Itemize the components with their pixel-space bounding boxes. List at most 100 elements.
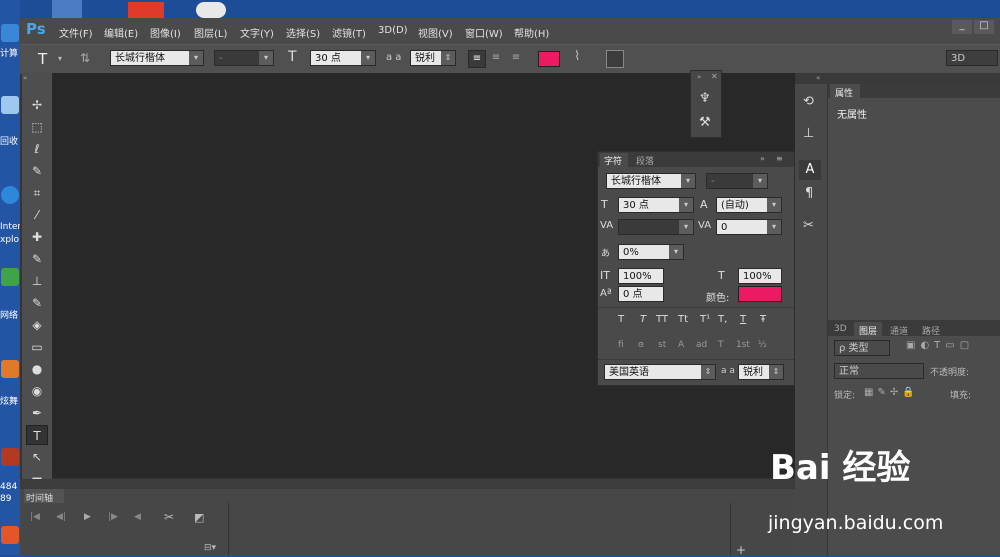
panel-menu-icon[interactable]: ≡ <box>776 154 783 163</box>
old-style-button[interactable]: st <box>658 340 666 350</box>
type-tool-icon[interactable]: T <box>26 425 48 445</box>
char-font-family-select[interactable]: 长城行楷体 ▾ <box>606 173 696 189</box>
minimize-button[interactable]: _ <box>952 20 972 34</box>
char-font-style-select[interactable]: - ▾ <box>706 173 768 189</box>
transition-icon[interactable]: ◩ <box>194 511 204 524</box>
expand-panel-icon[interactable]: » <box>760 154 765 163</box>
layer-filter-icons[interactable]: ▣◐T▭▢ <box>906 340 974 351</box>
crop-tool-icon[interactable]: ⌗ <box>26 183 48 203</box>
font-style-select[interactable]: - ▾ <box>214 50 274 66</box>
strikethrough-button[interactable]: Ŧ <box>760 314 766 325</box>
history-icon[interactable]: ⟲ <box>803 94 814 109</box>
eyedropper-tool-icon[interactable]: ⁄ <box>26 205 48 225</box>
close-panel-icon[interactable]: ✕ <box>711 72 718 81</box>
scissors-icon[interactable]: ✂ <box>164 510 174 524</box>
char-color-swatch[interactable] <box>738 286 782 302</box>
char-tracking-select[interactable]: 0 ▾ <box>716 219 782 235</box>
restore-button[interactable]: □ <box>974 20 994 34</box>
ie-icon[interactable] <box>1 186 19 204</box>
stamp-tool-icon[interactable]: ⊥ <box>26 271 48 291</box>
alt-ligature-button[interactable]: ɞ <box>638 340 644 350</box>
menu-window[interactable]: 窗口(W) <box>465 25 503 40</box>
superscript-button[interactable]: T¹ <box>700 314 710 325</box>
blur-tool-icon[interactable]: ● <box>26 359 48 379</box>
menu-view[interactable]: 视图(V) <box>418 25 453 40</box>
font-size-select[interactable]: 30 点 ▾ <box>310 50 376 66</box>
menu-type[interactable]: 文字(Y) <box>240 25 274 40</box>
track-options-icon[interactable]: ⊟▾ <box>204 543 216 553</box>
menu-3d[interactable]: 3D(D) <box>378 25 408 36</box>
workspace-select[interactable]: 3D <box>946 50 998 66</box>
menu-layer[interactable]: 图层(L) <box>194 25 227 40</box>
game-icon[interactable] <box>1 360 19 378</box>
lasso-tool-icon[interactable]: ℓ <box>26 139 48 159</box>
paragraph-panel-icon[interactable]: ¶ <box>805 186 813 201</box>
type-tool-preset-icon[interactable]: T <box>38 50 47 68</box>
collapse-dock-icon[interactable]: « <box>816 74 820 82</box>
fractions-button[interactable]: ½ <box>758 340 767 350</box>
swash-button[interactable]: A <box>678 340 684 350</box>
antialias-select[interactable]: 锐利 ⇕ <box>410 50 456 66</box>
orientation-toggle-icon[interactable]: ⇅ <box>80 51 90 65</box>
brush-preset-icon[interactable]: ♆ <box>699 91 711 106</box>
path-select-tool-icon[interactable]: ↖ <box>26 447 48 467</box>
menu-edit[interactable]: 编辑(E) <box>104 25 138 40</box>
collapse-toolbar-icon[interactable]: » <box>23 74 27 82</box>
menu-filter[interactable]: 滤镜(T) <box>332 25 366 40</box>
tool-preset-icon[interactable]: ⚒ <box>699 115 711 130</box>
prev-frame-icon[interactable]: ◀| <box>56 512 66 522</box>
tools-panel-icon[interactable]: ✂ <box>803 218 814 233</box>
history-brush-tool-icon[interactable]: ✎ <box>26 293 48 313</box>
marquee-tool-icon[interactable]: ⬚ <box>26 117 48 137</box>
toggle-panels-icon[interactable] <box>606 50 624 68</box>
quick-select-tool-icon[interactable]: ✎ <box>26 161 48 181</box>
ordinals-button[interactable]: 1st <box>736 340 750 350</box>
menu-select[interactable]: 选择(S) <box>286 25 320 40</box>
menu-file[interactable]: 文件(F) <box>59 25 93 40</box>
tab-channels[interactable]: 通道 <box>890 324 908 337</box>
computer-icon[interactable] <box>1 24 19 42</box>
app-icon[interactable] <box>1 448 19 466</box>
char-baseline-input[interactable]: 0 点 <box>618 286 664 302</box>
app2-icon[interactable] <box>1 526 19 544</box>
char-kerning-select[interactable]: ▾ <box>618 219 694 235</box>
network-icon[interactable] <box>1 268 19 286</box>
layer-filter-select[interactable]: ρ 类型 <box>834 340 890 356</box>
tab-paragraph[interactable]: 段落 <box>636 154 654 167</box>
char-hscale-input[interactable]: 100% <box>738 268 782 284</box>
char-tsume-select[interactable]: 0% ▾ <box>618 244 684 260</box>
subscript-button[interactable]: T, <box>718 314 727 325</box>
lock-icons[interactable]: ▦✎✢🔒 <box>864 387 919 398</box>
warp-text-icon[interactable]: ⌇ <box>574 49 580 64</box>
audio-icon[interactable]: ◀ <box>134 512 141 522</box>
tab-3d[interactable]: 3D <box>834 324 847 334</box>
taskbar-app-icon[interactable] <box>128 2 164 18</box>
brush-tool-icon[interactable]: ✎ <box>26 249 48 269</box>
gradient-tool-icon[interactable]: ▭ <box>26 337 48 357</box>
char-size-select[interactable]: 30 点 ▾ <box>618 197 694 213</box>
char-antialias-select[interactable]: 锐利 ⇕ <box>738 364 784 380</box>
ligature-button[interactable]: fi <box>618 340 624 350</box>
character-panel-icon[interactable]: A <box>799 160 821 180</box>
tab-paths[interactable]: 路径 <box>922 324 940 337</box>
underline-button[interactable]: T <box>740 314 746 325</box>
all-caps-button[interactable]: TT <box>656 314 668 325</box>
preset-dropdown-icon[interactable]: ▾ <box>58 54 62 63</box>
faux-italic-button[interactable]: T <box>640 314 646 325</box>
play-icon[interactable]: ▶ <box>84 512 91 522</box>
align-right-icon[interactable]: ≡ <box>508 50 524 66</box>
pen-tool-icon[interactable]: ✒ <box>26 403 48 423</box>
taskbar-qq-icon[interactable] <box>52 0 82 18</box>
taskbar-app2-icon[interactable] <box>196 2 226 18</box>
recycle-bin-icon[interactable] <box>1 96 19 114</box>
first-frame-icon[interactable]: |◀ <box>30 512 40 522</box>
menu-image[interactable]: 图像(I) <box>150 25 181 40</box>
align-left-icon[interactable]: ≡ <box>468 50 486 68</box>
char-vscale-input[interactable]: 100% <box>618 268 664 284</box>
dodge-tool-icon[interactable]: ◉ <box>26 381 48 401</box>
next-frame-icon[interactable]: |▶ <box>108 512 118 522</box>
text-color-swatch[interactable] <box>538 51 560 67</box>
move-tool-icon[interactable]: ✢ <box>26 95 48 115</box>
small-caps-button[interactable]: Tt <box>678 314 688 325</box>
clone-source-icon[interactable]: ⊥ <box>803 126 814 141</box>
